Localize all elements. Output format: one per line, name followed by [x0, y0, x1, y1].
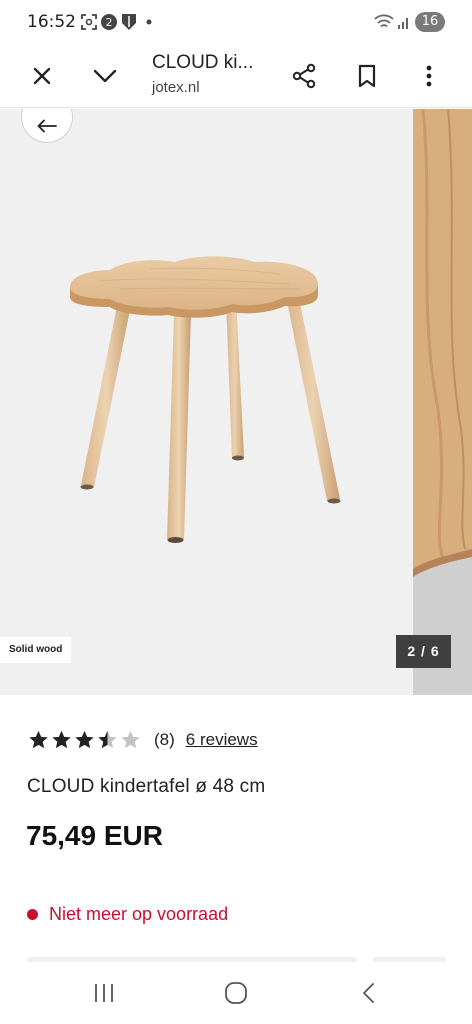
home-icon	[225, 982, 247, 1004]
svg-text:2: 2	[106, 16, 113, 29]
expand-button[interactable]	[87, 58, 123, 94]
product-image[interactable]	[0, 109, 413, 695]
share-button[interactable]	[286, 58, 322, 94]
signal-icon	[398, 18, 408, 29]
system-nav-bar	[0, 962, 472, 1024]
star-full-icon	[29, 730, 48, 749]
recent-apps-icon	[95, 984, 113, 1002]
arrow-left-icon	[37, 119, 57, 133]
home-button[interactable]	[216, 976, 256, 1010]
wifi-icon	[374, 14, 394, 28]
product-gallery[interactable]: Solid wood 2 / 6	[0, 109, 472, 695]
dot-icon	[146, 19, 152, 25]
bookmark-button[interactable]	[349, 58, 385, 94]
back-icon	[363, 983, 374, 1003]
page-url: jotex.nl	[152, 79, 200, 96]
status-time: 16:52	[27, 12, 76, 32]
share-icon	[292, 63, 316, 89]
status-bar: 16:52 2 16	[0, 0, 472, 44]
notification-badge-icon: 2	[101, 14, 117, 30]
product-price: 75,49 EUR	[26, 820, 163, 851]
product-title: CLOUD kindertafel ø 48 cm	[27, 776, 266, 797]
star-rating	[27, 729, 142, 751]
stock-status-text: Niet meer op voorraad	[49, 903, 229, 924]
star-empty-icon	[121, 730, 140, 749]
browser-toolbar: CLOUD ki... jotex.nl	[0, 44, 472, 108]
battery-indicator: 16	[415, 12, 445, 32]
more-button[interactable]	[411, 58, 447, 94]
close-icon	[33, 67, 51, 85]
image-counter: 2 / 6	[396, 635, 451, 668]
stock-status: Niet meer op voorraad	[27, 902, 228, 926]
back-nav-button[interactable]	[348, 976, 388, 1010]
bookmark-icon	[358, 64, 376, 88]
shield-icon	[122, 14, 136, 30]
chevron-down-icon	[93, 69, 117, 83]
wood-closeup-image	[413, 109, 472, 695]
screenshot-icon	[81, 14, 97, 30]
rating-row: (8) 6 reviews	[27, 728, 258, 752]
recent-apps-button[interactable]	[84, 976, 124, 1010]
status-dot-icon	[27, 908, 38, 920]
star-full-icon	[75, 730, 94, 749]
reviews-link[interactable]: 6 reviews	[186, 730, 258, 750]
rating-count: (8)	[154, 730, 175, 749]
star-full-icon	[52, 730, 71, 749]
next-image-preview[interactable]	[413, 109, 472, 695]
table-illustration	[70, 256, 341, 543]
material-badge: Solid wood	[0, 637, 72, 663]
close-button[interactable]	[24, 58, 60, 94]
page-title: CLOUD ki...	[152, 52, 254, 73]
more-vert-icon	[426, 65, 432, 87]
star-half-icon	[98, 730, 117, 749]
